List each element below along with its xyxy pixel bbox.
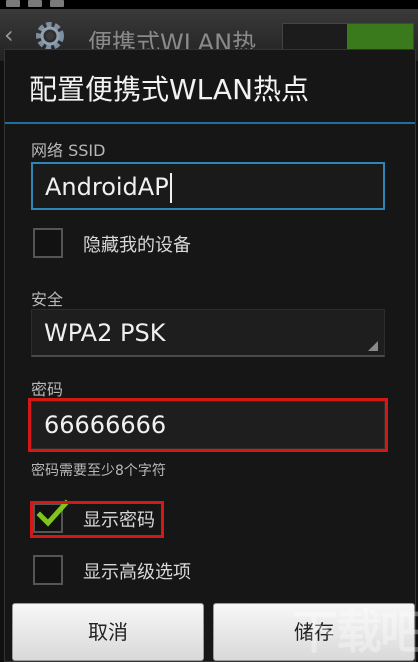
back-chevron-icon[interactable]: ‹ (4, 23, 14, 47)
hide-device-checkbox[interactable] (33, 228, 63, 258)
security-value: WPA2 PSK (44, 319, 166, 347)
notification-icon (6, 0, 20, 7)
security-label: 安全 (31, 290, 64, 309)
password-hint: 密码需要至少8个字符 (31, 463, 166, 479)
watermark-logo: 下载吧 (292, 605, 418, 659)
password-highlight-box (28, 398, 388, 452)
ssid-value: AndroidAP (45, 173, 169, 201)
notification-icon (50, 0, 64, 7)
status-icons (6, 0, 64, 7)
ssid-input[interactable]: AndroidAP (31, 162, 385, 210)
text-cursor (169, 173, 172, 203)
dropdown-corner-icon (368, 341, 378, 351)
show-advanced-checkbox[interactable] (33, 555, 63, 585)
hide-device-label: 隐藏我的设备 (83, 235, 191, 256)
hotspot-config-dialog: 配置便携式WLAN热点 网络 SSID AndroidAP 隐藏我的设备 安全 … (4, 49, 416, 662)
notification-icon (28, 0, 42, 7)
show-advanced-label: 显示高级选项 (83, 562, 191, 583)
title-divider (5, 122, 415, 124)
password-label: 密码 (31, 380, 64, 399)
security-select[interactable]: WPA2 PSK (31, 309, 385, 357)
status-bar (0, 0, 418, 9)
ssid-label: 网络 SSID (31, 141, 106, 160)
cancel-button[interactable]: 取消 (12, 603, 204, 661)
dialog-title: 配置便携式WLAN热点 (29, 73, 310, 106)
show-password-highlight-box (30, 501, 164, 538)
